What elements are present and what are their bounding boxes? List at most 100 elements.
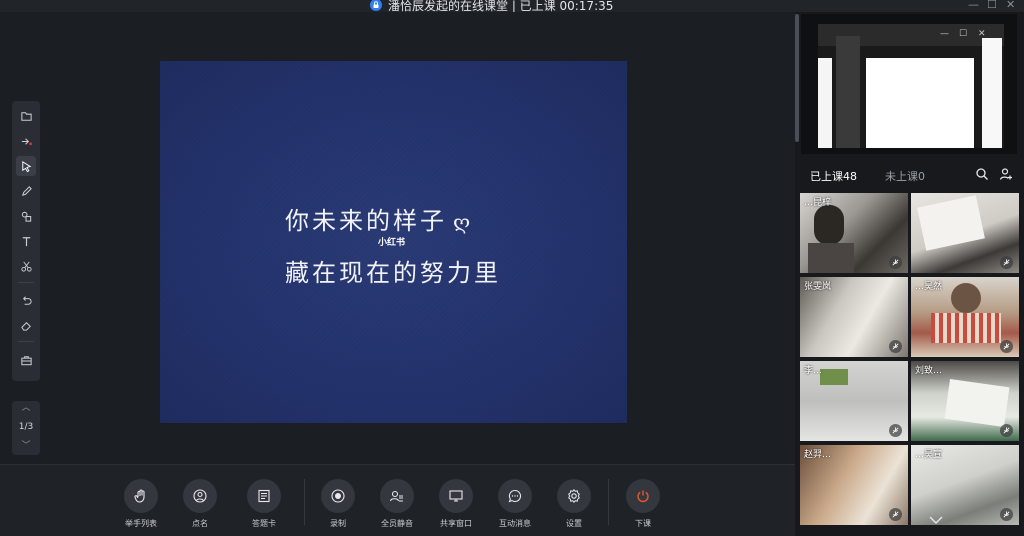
tool-open-file[interactable] (16, 106, 36, 126)
student-video-tile[interactable]: 刘致… (911, 361, 1019, 441)
tool-pen[interactable] (16, 181, 36, 201)
student-name: 赵羿… (804, 450, 832, 460)
settings-button[interactable]: 设置 (549, 479, 599, 529)
interactive-msg-button[interactable]: 互动消息 (490, 479, 540, 529)
student-video-tile[interactable]: 李… (800, 361, 908, 441)
toolbar-divider (18, 282, 34, 283)
tool-laser-pointer[interactable] (16, 131, 36, 151)
heart-sprout-icon: ღ (453, 210, 474, 234)
answer-card-label: 答题卡 (252, 519, 276, 528)
roll-call-circle (183, 479, 217, 513)
mic-muted-icon[interactable] (889, 424, 902, 437)
prev-page-button[interactable]: ︿ (12, 401, 40, 415)
page-indicator: 1/3 (18, 422, 34, 432)
video-paper (917, 195, 985, 251)
roll-call-icon (193, 489, 207, 503)
mute-all-icon (389, 490, 403, 502)
mic-muted-icon[interactable] (1000, 508, 1013, 521)
mute-all-circle (380, 479, 414, 513)
next-page-button[interactable]: ﹀ (12, 439, 40, 453)
maximize-button[interactable]: ☐ (987, 0, 997, 11)
student-video-tile[interactable]: …昊宣 (911, 445, 1019, 525)
shared-window-pane (982, 38, 1002, 148)
drawing-toolbar (12, 101, 40, 381)
teacher-shared-window: — ☐ ✕ (818, 24, 1004, 148)
roll-call-button[interactable]: 点名 (175, 479, 225, 529)
attendance-tabs: 已上课48 未上课0 (801, 160, 1017, 188)
answer-card-circle (247, 479, 281, 513)
close-button[interactable]: ✕ (1006, 0, 1015, 11)
minimize-button[interactable]: — (968, 0, 979, 11)
shared-minimize-glyph: — (940, 29, 949, 39)
tab-not-in-class[interactable]: 未上课0 (885, 168, 925, 184)
shapes-icon (21, 211, 31, 222)
shared-window-pane (836, 36, 860, 148)
tab-in-class[interactable]: 已上课48 (810, 168, 857, 184)
mic-muted-icon[interactable] (889, 340, 902, 353)
eraser-icon (20, 321, 31, 331)
hand-list-label: 举手列表 (125, 519, 157, 528)
tool-shapes[interactable] (16, 206, 36, 226)
answer-card-button[interactable]: 答题卡 (239, 479, 289, 529)
mic-muted-icon[interactable] (1000, 340, 1013, 353)
record-button[interactable]: 录制 (313, 479, 363, 529)
end-class-label: 下课 (635, 519, 651, 528)
mic-muted-icon[interactable] (889, 508, 902, 521)
tool-toolbox[interactable] (16, 350, 36, 370)
tool-eraser[interactable] (16, 315, 36, 335)
share-window-button[interactable]: 共享窗口 (431, 479, 481, 529)
interactive-msg-circle (498, 479, 532, 513)
lock-icon (370, 0, 382, 11)
mic-muted-icon[interactable] (889, 256, 902, 269)
video-silhouette (814, 205, 844, 245)
page-navigator: ︿ 1/3 ﹀ (12, 401, 40, 455)
raise-hand-icon (134, 489, 145, 503)
settings-label: 设置 (566, 519, 582, 528)
end-class-circle (626, 479, 660, 513)
chat-bubble-icon (508, 489, 522, 503)
pen-icon (21, 185, 32, 196)
student-video-tile[interactable]: 张雯岚 (800, 277, 908, 357)
record-label: 录制 (330, 519, 346, 528)
hand-list-circle (124, 479, 158, 513)
video-silhouette (808, 243, 854, 273)
slide-brand-mark: 小红书 (378, 238, 406, 248)
student-name: 刘致… (915, 366, 943, 376)
student-name: 李… (804, 366, 823, 376)
shared-close-glyph: ✕ (978, 29, 986, 39)
share-window-circle (439, 479, 473, 513)
tool-text[interactable] (16, 231, 36, 251)
student-name: …昊然 (915, 282, 943, 292)
settings-circle (557, 479, 591, 513)
chevron-down-icon[interactable] (929, 516, 943, 524)
student-video-tile[interactable]: 赵羿… (800, 445, 908, 525)
shared-maximize-glyph: ☐ (959, 29, 968, 39)
roll-call-label: 点名 (192, 519, 208, 528)
control-divider (608, 479, 609, 525)
mute-all-button[interactable]: 全员静音 (372, 479, 422, 529)
student-video-tile[interactable]: …昆梓 (800, 193, 908, 273)
add-user-icon[interactable] (999, 167, 1013, 181)
end-class-button[interactable]: 下课 (618, 479, 668, 529)
app-window: 潘恰辰发起的在线课堂 | 已上课 00:17:35 — ☐ ✕ 你未来的样子 ღ … (0, 0, 1024, 536)
hand-list-button[interactable]: 举手列表 (116, 479, 166, 529)
slide-text-line2: 藏在现在的努力里 (285, 259, 501, 287)
student-video-tile[interactable]: …昊然 (911, 277, 1019, 357)
video-paper (944, 379, 1010, 427)
tool-cut[interactable] (16, 256, 36, 276)
screen-share-icon (449, 490, 463, 502)
control-bar: 举手列表 点名 答题卡 录制 全员静音 共享窗口 互动消息 设置 下课 (0, 464, 795, 536)
answer-card-icon (258, 489, 270, 503)
panel-scrollbar[interactable] (795, 14, 799, 142)
teacher-screen-video: — ☐ ✕ (801, 14, 1017, 154)
tool-select[interactable] (16, 156, 36, 176)
shared-window-pane (866, 58, 974, 148)
record-circle (321, 479, 355, 513)
mic-muted-icon[interactable] (1000, 424, 1013, 437)
student-video-tile[interactable] (911, 193, 1019, 273)
tool-undo[interactable] (16, 290, 36, 310)
text-icon (22, 236, 30, 246)
mic-muted-icon[interactable] (1000, 256, 1013, 269)
slide-text-line1-content: 你未来的样子 (285, 207, 447, 235)
search-icon[interactable] (975, 167, 989, 181)
